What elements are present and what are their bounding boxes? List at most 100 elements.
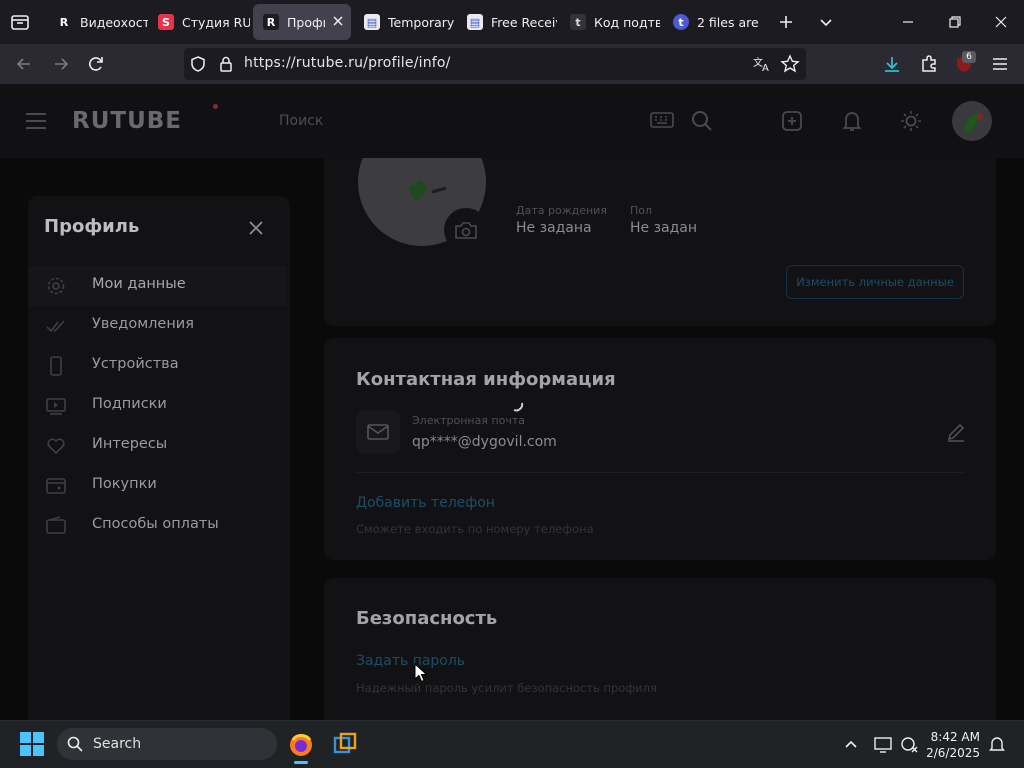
tab-title: Студия RU: [182, 14, 250, 30]
birthday-label: Дата рождения: [516, 204, 607, 217]
theme-sun-icon[interactable]: [900, 110, 922, 132]
virtualbox-taskbar-icon[interactable]: [332, 732, 358, 758]
close-sidebar-icon[interactable]: [247, 219, 265, 237]
purchases-icon: [46, 476, 66, 496]
sidebar-item-subscriptions[interactable]: Подписки: [28, 386, 286, 426]
subscriptions-icon: [46, 396, 66, 416]
rutube-logo[interactable]: RUTUBE: [72, 108, 182, 134]
translate-icon[interactable]: 文A: [752, 55, 772, 73]
wallet-icon: [46, 516, 66, 536]
close-window-button[interactable]: [987, 8, 1015, 36]
search-icon[interactable]: [691, 110, 713, 132]
extensions-puzzle-icon[interactable]: [919, 54, 939, 74]
restore-window-button[interactable]: [941, 8, 969, 36]
tray-chevron-up-icon[interactable]: [844, 737, 858, 751]
change-photo-camera-icon[interactable]: [444, 208, 488, 252]
new-tab-button[interactable]: [772, 8, 800, 36]
browser-tab[interactable]: R Видеохости: [46, 4, 148, 40]
phone-icon: [46, 356, 66, 376]
edit-email-pencil-icon[interactable]: [946, 422, 966, 442]
forward-arrow-icon[interactable]: [51, 54, 71, 74]
reload-icon[interactable]: [86, 54, 106, 74]
document-favicon-icon: ▤: [364, 14, 380, 30]
download-icon[interactable]: [882, 54, 902, 74]
birthday-value: Не задана: [516, 220, 592, 236]
sidebar-item-purchases[interactable]: Покупки: [28, 466, 286, 506]
firefox-taskbar-icon[interactable]: [288, 732, 314, 758]
heart-icon: [46, 436, 66, 456]
taskbar-time[interactable]: 8:42 AM: [910, 730, 980, 744]
sidebar-item-label: Мои данные: [92, 276, 186, 292]
set-password-link[interactable]: Задать пароль: [356, 653, 465, 669]
tab-title: Видеохости: [80, 14, 148, 30]
tab-overflow-chevron-down-icon[interactable]: [812, 8, 840, 36]
tab-title: Профи: [287, 14, 325, 30]
shield-icon[interactable]: [189, 55, 207, 73]
contacts-divider: [356, 472, 964, 473]
mouse-cursor: [414, 663, 428, 683]
email-envelope-icon: [356, 410, 400, 454]
sidebar-item-label: Покупки: [92, 476, 157, 492]
sidebar-item-notifications[interactable]: Уведомления: [28, 306, 286, 346]
email-label: Электронная почта: [412, 414, 526, 427]
svg-text:A: A: [762, 63, 769, 73]
t-favicon-icon: t: [570, 14, 586, 30]
upload-video-icon[interactable]: [781, 110, 803, 132]
tab-title: Код подтве: [594, 14, 660, 30]
menu-hamburger-icon[interactable]: [990, 54, 1010, 74]
taskbar-search-box[interactable]: [57, 728, 277, 760]
taskbar-search-label: Search: [93, 736, 142, 752]
url-text[interactable]: https://rutube.ru/profile/info/: [244, 55, 451, 71]
browser-tab[interactable]: ▤ Temporary: [354, 4, 454, 40]
gear-icon: [46, 276, 66, 296]
lock-icon[interactable]: [218, 55, 234, 73]
contacts-title: Контактная информация: [356, 369, 616, 390]
display-tray-icon[interactable]: [874, 735, 892, 753]
keyboard-icon[interactable]: [650, 110, 674, 130]
edit-personal-data-button[interactable]: Изменить личные данные: [786, 265, 964, 299]
double-check-icon: [46, 316, 66, 336]
gender-label: Пол: [630, 204, 653, 217]
set-password-hint: Надежный пароль усилит безопасность проф…: [356, 681, 657, 695]
notification-bell-tray-icon[interactable]: [988, 735, 1006, 753]
add-phone-link[interactable]: Добавить телефон: [356, 495, 495, 511]
windows-start-icon[interactable]: [20, 732, 44, 756]
browser-tab[interactable]: t Код подтве: [560, 4, 660, 40]
add-phone-hint: Сможете входить по номеру телефона: [356, 522, 594, 536]
sidebar-item-payment-methods[interactable]: Способы оплаты: [28, 506, 286, 546]
sidebar-item-devices[interactable]: Устройства: [28, 346, 286, 386]
sidebar-item-label: Подписки: [92, 396, 167, 412]
edit-personal-data-label: Изменить личные данные: [796, 275, 954, 289]
sidebar-title: Профиль: [44, 216, 140, 237]
user-avatar[interactable]: [952, 101, 992, 141]
taskbar-date[interactable]: 2/6/2025: [910, 746, 980, 760]
security-title: Безопасность: [356, 608, 498, 629]
browser-tab[interactable]: ▤ Free Receiv: [457, 4, 557, 40]
rutube-favicon-icon: R: [56, 14, 72, 30]
close-tab-icon[interactable]: [331, 14, 345, 28]
back-arrow-icon[interactable]: [14, 54, 34, 74]
browser-tab[interactable]: S Студия RU: [148, 4, 250, 40]
studio-favicon-icon: S: [158, 14, 174, 30]
email-value: qp****@dygovil.com: [412, 434, 557, 450]
sidebar-item-interests[interactable]: Интересы: [28, 426, 286, 466]
t-favicon-icon: t: [673, 14, 689, 30]
tab-title: Free Receiv: [491, 14, 557, 30]
notifications-bell-icon[interactable]: [842, 110, 862, 132]
sidebar-item-my-data[interactable]: Мои данные: [28, 266, 286, 306]
tab-title: Temporary: [388, 14, 454, 30]
document-favicon-icon: ▤: [467, 14, 483, 30]
minimize-window-button[interactable]: [894, 8, 922, 36]
browser-tab-active[interactable]: R Профи: [253, 4, 351, 40]
logo-dot: [213, 104, 218, 109]
firefox-active-indicator: [294, 761, 308, 764]
site-menu-hamburger-icon[interactable]: [25, 111, 47, 131]
bookmark-star-icon[interactable]: [780, 54, 800, 74]
browser-tab[interactable]: t 2 files are a: [663, 4, 763, 40]
taskbar-search-icon: [67, 736, 83, 752]
site-search-input[interactable]: Поиск: [279, 113, 323, 129]
extension-badge: 6: [962, 51, 976, 63]
sidebar-item-label: Устройства: [92, 356, 179, 372]
tab-list-icon[interactable]: [10, 12, 30, 32]
sidebar-item-label: Уведомления: [92, 316, 194, 332]
